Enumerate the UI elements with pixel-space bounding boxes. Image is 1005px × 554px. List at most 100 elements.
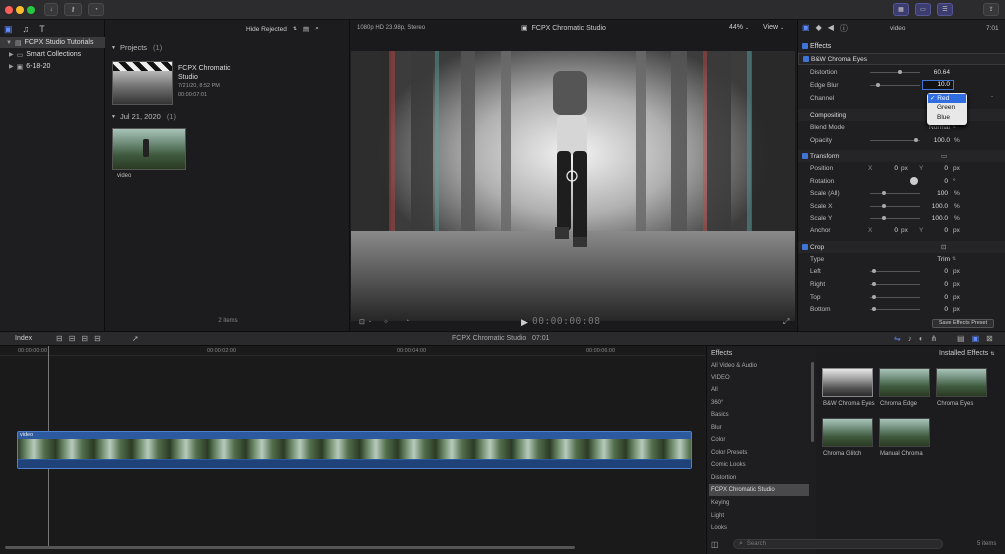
audio-inspector-icon[interactable]: ◀ [828, 23, 834, 34]
video-clip[interactable]: video [17, 431, 692, 469]
snapping-icon[interactable]: ⋔ [931, 334, 938, 343]
projects-section-header[interactable]: ▼ Projects (1) [111, 43, 162, 52]
effect-category-item[interactable]: Basics [709, 409, 809, 421]
transform-overlay-icon[interactable]: ▭ [941, 152, 947, 160]
event-section-header[interactable]: ▼ Jul 21, 2020 (1) [111, 112, 176, 121]
crop-right-slider[interactable] [870, 282, 920, 286]
position-x-value[interactable]: 0 [888, 165, 898, 172]
transform-section[interactable]: Transform ▭ [798, 150, 1005, 162]
hide-rejected-filter[interactable]: Hide Rejected [246, 26, 287, 33]
sidebar-toggle-icon[interactable]: ◫ [711, 540, 719, 549]
transitions-browser-icon[interactable]: ⊠ [986, 334, 993, 343]
edge-blur-field[interactable]: 10.0 [922, 80, 954, 90]
share-button[interactable]: ⇪ [983, 3, 999, 16]
edge-blur-slider[interactable] [870, 83, 920, 87]
transform-tools-menu[interactable]: ⊡ ⌄ [359, 318, 372, 326]
skimming-icon[interactable]: ⇋ [894, 334, 901, 343]
effect-thumb-chroma-eyes[interactable] [936, 368, 987, 397]
slider-knob[interactable] [882, 191, 886, 195]
effect-category-item[interactable]: Color Presets [709, 447, 809, 459]
import-button[interactable]: ↓ [44, 3, 58, 16]
crop-bottom-slider[interactable] [870, 307, 920, 311]
effect-category-item[interactable]: All [709, 384, 809, 396]
slider-knob[interactable] [898, 70, 902, 74]
crop-left-value[interactable]: 0 [938, 268, 948, 275]
opacity-slider[interactable] [870, 138, 920, 142]
effect-category-item[interactable]: Color [709, 434, 809, 446]
scale-y-slider[interactable] [870, 216, 920, 220]
slider-knob[interactable] [872, 307, 876, 311]
project-thumbnail[interactable] [112, 61, 173, 105]
crop-left-slider[interactable] [870, 269, 920, 273]
show-browser-button[interactable]: ▦ [893, 3, 909, 16]
slider-knob[interactable] [872, 269, 876, 273]
timeline-scrollbar[interactable] [5, 546, 575, 549]
distortion-value[interactable]: 60.64 [918, 69, 950, 76]
effects-search-field[interactable]: ⌕ Search [733, 539, 943, 549]
sidebar-item-smart-collections[interactable]: ▶ ▭ Smart Collections [0, 49, 105, 60]
crop-section[interactable]: Crop ⊡ [798, 241, 1005, 253]
libraries-icon[interactable]: ▣ [4, 24, 13, 35]
effect-category-item[interactable]: Looks [709, 522, 809, 534]
anchor-x-value[interactable]: 0 [888, 227, 898, 234]
timeline-index-button[interactable]: Index [15, 335, 32, 342]
scale-x-value[interactable]: 100.0 [918, 203, 948, 210]
clip-thumbnail[interactable] [112, 128, 186, 170]
zoom-menu[interactable]: 44% ⌄ [729, 24, 749, 31]
scale-x-slider[interactable] [870, 204, 920, 208]
keywords-button[interactable]: ⚷ [64, 3, 82, 16]
save-effects-preset-button[interactable]: Save Effects Preset [932, 319, 994, 328]
checkbox-icon[interactable] [802, 244, 808, 250]
effect-header[interactable]: B&W Chroma Eyes [798, 53, 1005, 65]
timeline-ruler[interactable]: 00:00:00:00 00:00:02:00 00:00:04:00 00:0… [0, 346, 705, 356]
overwrite-clip-icon[interactable]: ⊟ [94, 334, 101, 343]
effect-category-item[interactable]: Blur [709, 422, 809, 434]
clip-appearance-icon[interactable]: ▤ [957, 334, 965, 343]
opacity-value[interactable]: 100.0 [918, 137, 950, 144]
zoom-window-button[interactable] [27, 6, 35, 14]
background-tasks-button[interactable]: ◔ [88, 3, 104, 16]
effects-browser-icon[interactable]: ▣ [972, 334, 980, 343]
info-icon[interactable]: ⓘ [840, 23, 848, 34]
slider-knob[interactable] [872, 295, 876, 299]
slider-knob[interactable] [882, 216, 886, 220]
photos-audio-icon[interactable]: ♫ [23, 24, 30, 34]
channel-option-red[interactable]: ✓ Red [928, 94, 966, 103]
crop-right-value[interactable]: 0 [938, 281, 948, 288]
effect-category-item-selected[interactable]: FCPX Chromatic Studio [709, 484, 809, 496]
scale-all-slider[interactable] [870, 191, 920, 195]
crop-bottom-value[interactable]: 0 [938, 306, 948, 313]
effect-category-item[interactable]: All Video & Audio [709, 360, 809, 372]
clip-appearance-icon[interactable]: ▤ [303, 25, 309, 33]
effect-thumb-manual-chroma[interactable] [879, 418, 930, 447]
crop-type-popup[interactable]: Trim [918, 256, 950, 263]
effects-section[interactable]: Effects [798, 40, 1005, 52]
video-inspector-icon[interactable]: ▣ [802, 23, 810, 34]
effect-category-item[interactable]: Light [709, 510, 809, 522]
slider-knob[interactable] [872, 282, 876, 286]
effect-thumb-chroma-edge[interactable] [879, 368, 930, 397]
crop-top-slider[interactable] [870, 295, 920, 299]
anchor-y-value[interactable]: 0 [938, 227, 948, 234]
installed-effects-menu[interactable]: Installed Effects ⇅ [939, 350, 994, 357]
rotation-value[interactable]: 0 [938, 178, 948, 185]
show-inspector-button[interactable]: ☰ [937, 3, 953, 16]
fullscreen-button[interactable]: ⤢ [783, 317, 789, 327]
crop-overlay-icon[interactable]: ⊡ [941, 243, 946, 251]
channel-option-blue[interactable]: Blue [937, 114, 950, 121]
effect-thumb-bw-chroma-eyes[interactable] [822, 368, 873, 397]
effect-category-item[interactable]: VIDEO [709, 372, 809, 384]
view-menu[interactable]: View ⌄ [763, 24, 784, 31]
play-button[interactable]: ▶ [521, 317, 528, 328]
compositing-section[interactable]: Compositing [798, 109, 1005, 121]
sidebar-item-event[interactable]: ▶ ▣ 6-18-20 [0, 61, 105, 72]
show-timeline-button[interactable]: ▭ [915, 3, 931, 16]
checkbox-icon[interactable] [802, 43, 808, 49]
effects-list-scrollbar[interactable] [811, 362, 814, 442]
slider-knob[interactable] [876, 83, 880, 87]
sidebar-item-library[interactable]: ▼ ▤ FCPX Studio Tutorials [0, 37, 105, 48]
position-y-value[interactable]: 0 [938, 165, 948, 172]
effect-category-item[interactable]: 360° [709, 397, 809, 409]
effect-category-item[interactable]: Keying [709, 497, 809, 509]
slider-knob[interactable] [882, 204, 886, 208]
